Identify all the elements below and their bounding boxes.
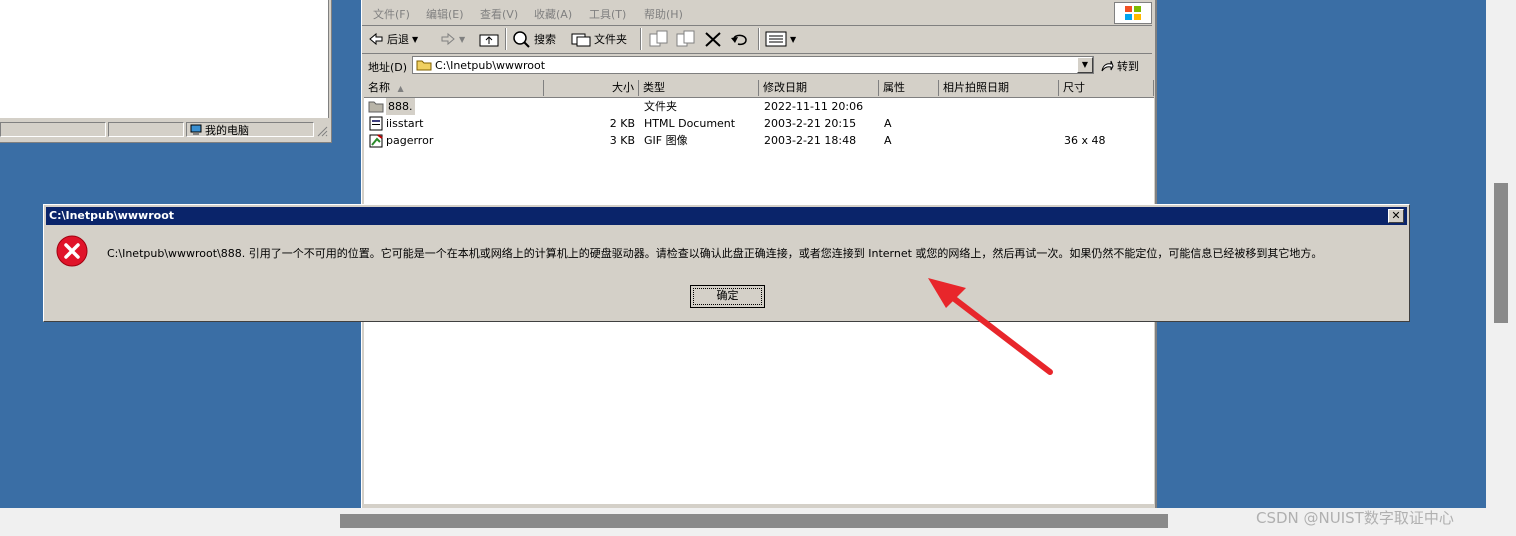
toolbar-separator [758, 28, 760, 50]
file-modified: 2003-2-21 20:15 [764, 117, 857, 130]
file-modified: 2022-11-11 20:06 [764, 100, 864, 113]
address-input[interactable]: C:\Inetpub\wwwroot ▼ [412, 56, 1094, 74]
dialog-titlebar[interactable]: C:\Inetpub\wwwroot ✕ [46, 207, 1407, 225]
file-type: GIF 图像 [644, 134, 688, 147]
back-label: 后退 [387, 33, 409, 46]
file-type: HTML Document [644, 117, 736, 130]
go-button[interactable]: 转到 [1100, 56, 1150, 75]
folders-label: 文件夹 [594, 33, 627, 46]
column-header-modified[interactable]: 修改日期 [759, 80, 879, 96]
folders-button[interactable]: 文件夹 [571, 28, 627, 50]
forward-arrow-icon [441, 32, 455, 46]
sort-ascending-icon: ▲ [397, 84, 404, 93]
views-button[interactable]: ▼ [765, 28, 796, 50]
ok-button[interactable]: 确定 [690, 285, 765, 308]
menu-tools[interactable]: 工具(T) [589, 6, 626, 22]
move-to-button[interactable] [648, 28, 670, 50]
column-header-name[interactable]: 名称 ▲ [364, 80, 544, 96]
column-header-attributes[interactable]: 属性 [879, 80, 939, 96]
file-name: iisstart [386, 117, 424, 130]
gif-image-icon [369, 134, 383, 148]
column-header-size[interactable]: 大小 [544, 80, 639, 96]
toolbar-separator [640, 28, 642, 50]
html-document-icon [369, 116, 383, 131]
file-name: pagerror [386, 134, 434, 147]
address-label: 地址(D) [368, 61, 408, 74]
column-header-dimensions[interactable]: 尺寸 [1059, 80, 1154, 96]
delete-button[interactable] [703, 28, 723, 50]
error-dialog: C:\Inetpub\wwwroot ✕ C:\Inetpub\wwwroot\… [43, 204, 1410, 322]
list-header: 名称 ▲ 大小 类型 修改日期 属性 相片拍照日期 尺寸 [364, 80, 1154, 98]
file-modified: 2003-2-21 18:48 [764, 134, 857, 147]
folder-icon [368, 101, 384, 113]
resize-grip-icon[interactable] [316, 125, 328, 137]
address-value: C:\Inetpub\wwwroot [435, 58, 546, 72]
file-row[interactable]: pagerror 3 KB GIF 图像 2003-2-21 18:48 A 3… [364, 132, 1154, 149]
divider [362, 53, 1152, 54]
windows-logo [1114, 2, 1152, 24]
go-arrow-icon [1101, 60, 1114, 71]
folder-icon [416, 60, 432, 71]
file-type: 文件夹 [644, 100, 677, 113]
copy-to-icon [676, 30, 695, 47]
file-row[interactable]: iisstart 2 KB HTML Document 2003-2-21 20… [364, 115, 1154, 132]
up-folder-icon [479, 34, 499, 47]
search-button[interactable]: 搜索 [511, 28, 556, 50]
folders-icon [571, 33, 591, 47]
menu-edit[interactable]: 编辑(E) [426, 6, 464, 22]
dialog-close-button[interactable]: ✕ [1388, 209, 1404, 223]
views-dropdown-icon[interactable]: ▼ [790, 35, 796, 44]
file-size: 2 KB [609, 117, 635, 130]
dialog-title: C:\Inetpub\wwwroot [49, 209, 175, 222]
undo-button[interactable] [729, 28, 751, 50]
dialog-message: C:\Inetpub\wwwroot\888. 引用了一个不可用的位置。它可能是… [107, 247, 1323, 260]
menu-help[interactable]: 帮助(H) [644, 6, 683, 22]
divider [362, 25, 1152, 26]
background-window-statusbar: 我的电脑 [0, 121, 330, 139]
status-cell-computer: 我的电脑 [186, 122, 314, 137]
column-header-type[interactable]: 类型 [639, 80, 759, 96]
back-arrow-icon [369, 32, 383, 46]
menu-favorites[interactable]: 收藏(A) [534, 6, 572, 22]
computer-icon [190, 124, 202, 135]
horizontal-scrollbar-thumb[interactable] [340, 514, 1168, 528]
undo-icon [731, 34, 747, 46]
file-attributes: A [884, 117, 892, 130]
delete-x-icon [705, 32, 721, 47]
file-name: 888. [386, 98, 415, 115]
menu-view[interactable]: 查看(V) [480, 6, 518, 22]
search-label: 搜索 [534, 33, 556, 46]
menu-bar: 文件(F) 编辑(E) 查看(V) 收藏(A) 工具(T) 帮助(H) [362, 0, 1152, 24]
file-size: 3 KB [609, 134, 635, 147]
background-window-content [0, 0, 329, 118]
back-button[interactable]: 后退 ▼ [368, 28, 418, 50]
file-attributes: A [884, 134, 892, 147]
windows-flag-icon [1125, 6, 1141, 20]
file-row[interactable]: 888. 文件夹 2022-11-11 20:06 [364, 98, 1154, 115]
column-header-photo-date[interactable]: 相片拍照日期 [939, 80, 1059, 96]
column-name-label: 名称 [368, 81, 390, 94]
address-dropdown-button[interactable]: ▼ [1077, 57, 1093, 73]
close-icon: ✕ [1391, 209, 1401, 222]
go-label: 转到 [1117, 59, 1139, 73]
menu-file[interactable]: 文件(F) [373, 6, 410, 22]
vertical-scrollbar-thumb[interactable] [1494, 183, 1508, 323]
search-icon [513, 31, 530, 48]
back-dropdown-icon[interactable]: ▼ [412, 35, 418, 44]
up-folder-button[interactable] [479, 28, 499, 50]
views-icon [765, 31, 787, 47]
watermark: CSDN @NUIST数字取证中心 [1256, 509, 1454, 527]
status-cell [0, 122, 106, 137]
move-to-icon [649, 30, 668, 47]
annotation-arrow-icon [928, 278, 1053, 375]
forward-dropdown-icon[interactable]: ▼ [459, 35, 465, 44]
forward-button[interactable]: ▼ [440, 28, 465, 50]
background-window: 我的电脑 [0, 0, 332, 143]
file-dimensions: 36 x 48 [1064, 134, 1106, 147]
copy-to-button[interactable] [675, 28, 697, 50]
error-icon [56, 235, 88, 267]
status-computer-label: 我的电脑 [205, 123, 249, 137]
status-cell [108, 122, 184, 137]
toolbar-separator [505, 28, 507, 50]
